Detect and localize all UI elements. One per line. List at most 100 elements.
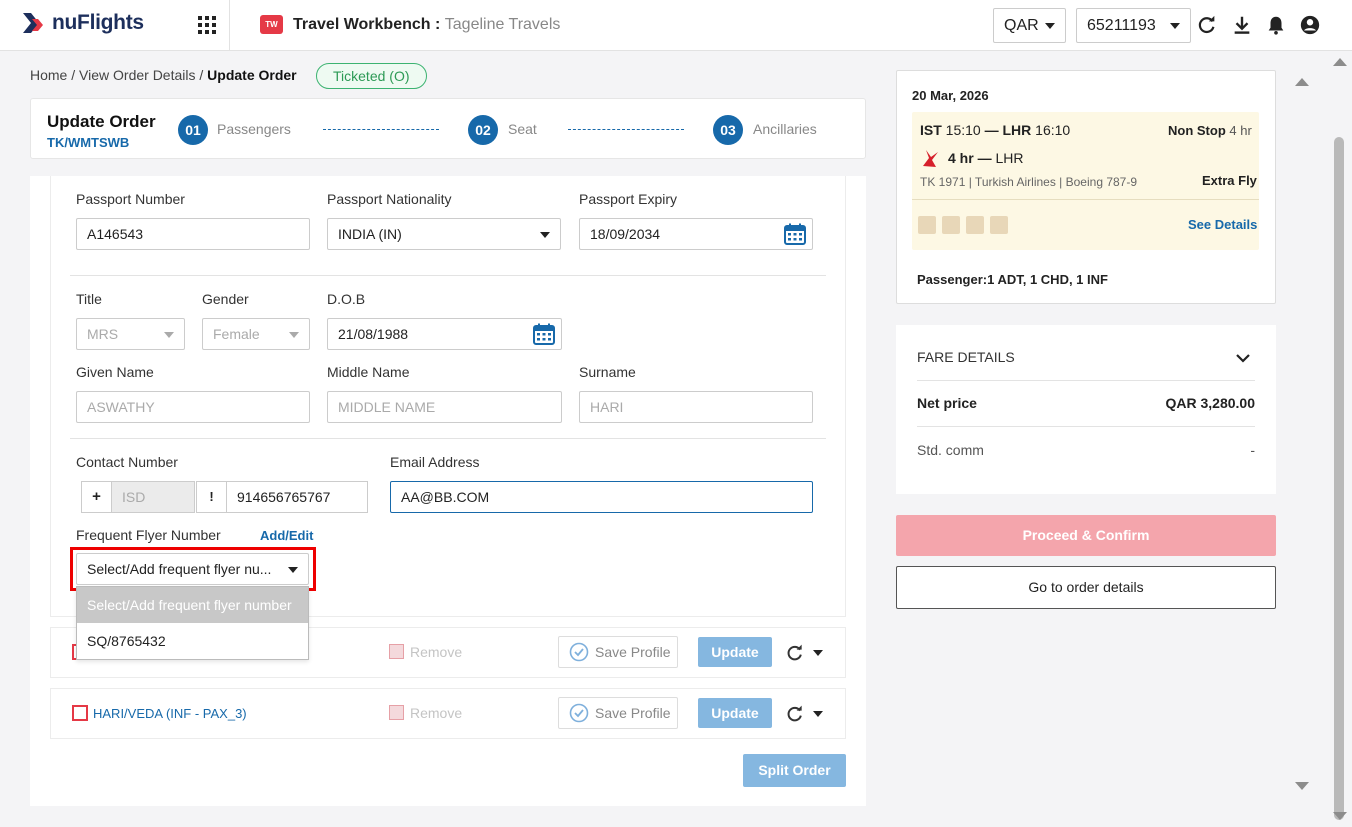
page-scroll-down-icon[interactable] <box>1333 812 1347 820</box>
gender-select[interactable]: Female <box>202 318 310 350</box>
email-input[interactable]: AA@BB.COM <box>390 481 813 513</box>
remove-checkbox[interactable] <box>389 644 404 659</box>
passenger-summary: Passenger:1 ADT, 1 CHD, 1 INF <box>917 272 1108 287</box>
page-scrollbar-thumb[interactable] <box>1334 137 1344 820</box>
chevron-down-icon <box>164 332 174 338</box>
chevron-down-icon[interactable] <box>1235 352 1251 364</box>
chevron-down-icon[interactable] <box>813 650 823 656</box>
save-profile-button[interactable]: Save Profile <box>558 636 678 668</box>
save-profile-button[interactable]: Save Profile <box>558 697 678 729</box>
remove-label: Remove <box>410 705 463 721</box>
download-icon[interactable] <box>1231 14 1253 36</box>
fare-divider <box>917 380 1255 381</box>
middle-name-input[interactable]: MIDDLE NAME <box>327 391 562 423</box>
step-1-label[interactable]: Passengers <box>217 121 291 137</box>
segment-divider <box>912 199 1259 200</box>
refresh-icon[interactable] <box>785 643 805 663</box>
step-connector <box>568 129 684 130</box>
surname-label: Surname <box>579 364 636 380</box>
step-1-number[interactable]: 01 <box>178 115 208 145</box>
top-bar: nuFlights TW Travel Workbench : Tageline… <box>0 0 1352 51</box>
check-circle-icon <box>569 703 589 723</box>
step-3-label[interactable]: Ancillaries <box>753 121 817 137</box>
given-name-label: Given Name <box>76 364 154 380</box>
frequent-flyer-add-edit-link[interactable]: Add/Edit <box>260 528 313 543</box>
frequent-flyer-select[interactable]: Select/Add frequent flyer nu... <box>76 553 309 585</box>
stops-info: Non Stop 4 hr <box>1168 123 1252 138</box>
route-dash: — <box>984 122 999 138</box>
passport-nationality-select[interactable]: INDIA (IN) <box>327 218 561 250</box>
surname-input[interactable]: HARI <box>579 391 813 423</box>
chevron-down-icon[interactable] <box>813 711 823 717</box>
wifi-icon <box>918 216 936 234</box>
update-button[interactable]: Update <box>698 637 772 667</box>
flight-details: TK 1971 | Turkish Airlines | Boeing 787-… <box>920 175 1138 189</box>
breadcrumb-home[interactable]: Home <box>30 67 67 83</box>
pax-row: HARI/VEDA (INF - PAX_3) Remove Save Prof… <box>50 688 846 739</box>
std-comm-value: - <box>1250 442 1255 458</box>
chevron-down-icon <box>1045 22 1055 29</box>
title-label: Title <box>76 291 102 307</box>
order-stepper-card: Update Order TK/WMTSWB 01 Passengers 02 … <box>30 98 866 159</box>
nuflights-logo[interactable]: nuFlights <box>22 10 144 36</box>
passport-expiry-input[interactable]: 18/09/2034 <box>579 218 813 250</box>
net-price-value: QAR 3,280.00 <box>1165 395 1256 411</box>
contact-number-label: Contact Number <box>76 454 178 470</box>
remove-checkbox[interactable] <box>389 705 404 720</box>
app-grid-icon[interactable] <box>198 16 216 34</box>
total-duration: 4 hr <box>1229 123 1252 138</box>
calendar-icon[interactable] <box>784 223 806 245</box>
dob-input[interactable]: 21/08/1988 <box>327 318 562 350</box>
breadcrumb-view-order[interactable]: View Order Details <box>79 67 195 83</box>
page-scroll-up-icon[interactable] <box>1333 58 1347 66</box>
fare-brand: Extra Fly <box>1202 173 1257 188</box>
destination-code: LHR <box>1002 122 1032 138</box>
step-2-label[interactable]: Seat <box>508 121 537 137</box>
see-details-link[interactable]: See Details <box>1188 217 1257 232</box>
stops-label: Non Stop <box>1168 123 1226 138</box>
panel-scroll-up-icon[interactable] <box>1295 78 1309 86</box>
user-account-icon[interactable] <box>1299 14 1321 36</box>
title-value: MRS <box>87 326 119 342</box>
panel-scroll-down-icon[interactable] <box>1295 782 1309 790</box>
breadcrumb-separator: / <box>71 67 76 83</box>
page-title: Update Order <box>47 112 156 131</box>
dropdown-option[interactable]: Select/Add frequent flyer number <box>77 587 308 623</box>
refresh-icon[interactable] <box>785 704 805 724</box>
pax-name[interactable]: HARI/VEDA (INF - PAX_3) <box>93 706 247 721</box>
save-profile-label: Save Profile <box>595 705 671 721</box>
go-to-order-details-button[interactable]: Go to order details <box>896 566 1276 609</box>
fare-divider <box>917 426 1255 427</box>
app-title: Travel Workbench : Tageline Travels <box>293 16 560 34</box>
refresh-icon[interactable] <box>1196 14 1218 36</box>
pax-checkbox[interactable] <box>72 705 88 721</box>
chevron-down-icon <box>540 232 550 238</box>
frequent-flyer-dropdown-list: Select/Add frequent flyer number SQ/8765… <box>76 586 309 660</box>
step-3-number[interactable]: 03 <box>713 115 743 145</box>
add-isd-button[interactable]: + <box>81 481 112 513</box>
calendar-icon[interactable] <box>533 323 555 345</box>
contact-number-input[interactable]: 914656765767 <box>226 481 368 513</box>
dropdown-option[interactable]: SQ/8765432 <box>77 623 308 659</box>
step-2-number[interactable]: 02 <box>468 115 498 145</box>
flight-date: 20 Mar, 2026 <box>912 88 989 103</box>
currency-value: QAR <box>1004 16 1039 34</box>
split-order-button[interactable]: Split Order <box>743 754 846 787</box>
passport-number-input[interactable]: A146543 <box>76 218 310 250</box>
isd-input[interactable]: ISD <box>111 481 195 513</box>
title-select[interactable]: MRS <box>76 318 185 350</box>
bell-icon[interactable] <box>1265 14 1287 36</box>
breadcrumb-separator: / <box>199 67 204 83</box>
check-circle-icon <box>569 642 589 662</box>
chevron-down-icon <box>1170 22 1180 29</box>
contact-alert-button[interactable]: ! <box>196 481 227 513</box>
account-select[interactable]: 65211193 <box>1076 8 1191 43</box>
given-name-input[interactable]: ASWATHY <box>76 391 310 423</box>
meal-icon <box>966 216 984 234</box>
account-value: 65211193 <box>1087 16 1156 34</box>
currency-select[interactable]: QAR <box>993 8 1066 43</box>
update-button[interactable]: Update <box>698 698 772 728</box>
proceed-confirm-button[interactable]: Proceed & Confirm <box>896 515 1276 556</box>
chevron-down-icon <box>289 332 299 338</box>
leg-dash: — <box>977 150 992 166</box>
